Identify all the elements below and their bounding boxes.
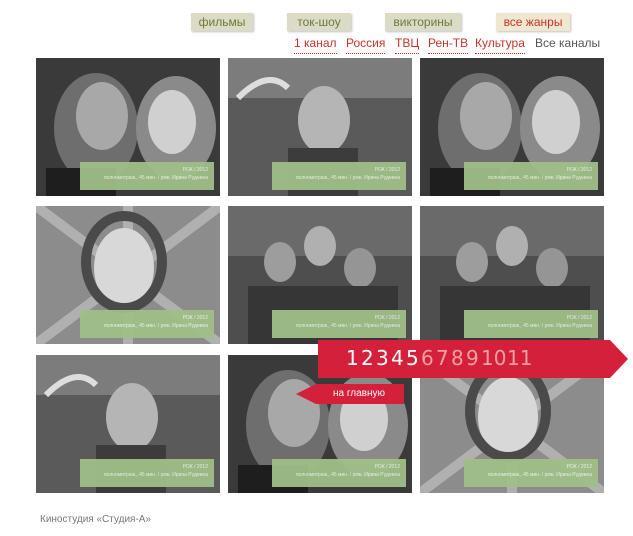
page-link-9[interactable]: 9 [466,346,479,370]
film-caption-line2: полнометраж., 45 мин. / реж. Ирина Рудни… [487,175,592,181]
page-link-4[interactable]: 4 [391,346,404,370]
film-thumbnail[interactable]: РОК / 2012 полнометраж., 45 мин. / реж. И… [420,58,604,196]
footer-studio: Киностудия «Студия-А» [40,514,152,525]
film-caption-line2: полнометраж., 45 мин. / реж. Ирина Рудни… [103,323,208,329]
film-thumbnail[interactable]: РОК / 2012 полнометраж., 45 мин. / реж. И… [36,58,220,196]
film-caption-line2: полнометраж., 45 мин. / реж. Ирина Рудни… [295,472,400,478]
film-thumbnail[interactable]: РОК / 2012 полнометраж., 45 мин. / реж. И… [228,206,412,344]
film-caption-line1: РОК / 2012 [374,464,400,470]
film-caption: РОК / 2012 полнометраж., 45 мин. / реж. И… [80,162,214,190]
film-thumbnail[interactable]: РОК / 2012 полнометраж., 45 мин. / реж. И… [36,355,220,493]
page-link-10[interactable]: 10 [481,346,506,370]
channel-all[interactable]: Все каналы [535,36,600,53]
film-caption: РОК / 2012 полнометраж., 45 мин. / реж. И… [272,310,406,338]
film-caption: РОК / 2012 полнометраж., 45 мин. / реж. И… [80,310,214,338]
channel-ren-tv[interactable]: Рен-ТВ [428,36,469,54]
channel-rossiya[interactable]: Россия [346,36,386,54]
page-link-8[interactable]: 8 [451,346,464,370]
film-caption-line1: РОК / 2012 [374,167,400,173]
film-caption: РОК / 2012 полнометраж., 45 мин. / реж. И… [272,459,406,487]
film-caption-line2: полнометраж., 45 мин. / реж. Ирина Рудни… [487,323,592,329]
film-caption-line2: полнометраж., 45 мин. / реж. Ирина Рудни… [487,472,592,478]
film-caption-line1: РОК / 2012 [566,167,592,173]
home-button-label: на главную [332,388,386,399]
film-caption-line2: полнометраж., 45 мин. / реж. Ирина Рудни… [103,175,208,181]
film-caption-line1: РОК / 2012 [374,315,400,321]
film-caption-line1: РОК / 2012 [182,464,208,470]
tab-talk-shows[interactable]: ток-шоу [287,13,351,31]
film-caption: РОК / 2012 полнометраж., 45 мин. / реж. И… [464,459,598,487]
page-link-5[interactable]: 5 [406,346,419,370]
film-caption: РОК / 2012 полнометраж., 45 мин. / реж. И… [80,459,214,487]
tab-quizzes[interactable]: викторины [385,13,461,31]
film-caption: РОК / 2012 полнометраж., 45 мин. / реж. И… [464,162,598,190]
tab-all-genres[interactable]: все жанры [496,13,570,31]
page-link-11[interactable]: 11 [507,346,532,370]
film-caption-line2: полнометраж., 45 мин. / реж. Ирина Рудни… [103,472,208,478]
page-link-7[interactable]: 7 [436,346,449,370]
page-link-2[interactable]: 2 [361,346,374,370]
home-button[interactable]: на главную [296,384,404,404]
film-caption: РОК / 2012 полнометраж., 45 мин. / реж. И… [464,310,598,338]
film-caption-line1: РОК / 2012 [182,315,208,321]
pagination-ribbon: 1 2 3 4 5 6 7 8 9 10 11 [318,340,628,378]
channel-kultura[interactable]: Культура [475,36,525,54]
film-thumbnail[interactable]: РОК / 2012 полнометраж., 45 мин. / реж. И… [228,58,412,196]
film-thumbnail[interactable]: РОК / 2012 полнометраж., 45 мин. / реж. И… [420,206,604,344]
channel-1-kanal[interactable]: 1 канал [294,36,337,54]
page-link-1[interactable]: 1 [346,346,359,370]
film-caption: РОК / 2012 полнометраж., 45 мин. / реж. И… [272,162,406,190]
film-caption-line2: полнометраж., 45 мин. / реж. Ирина Рудни… [295,323,400,329]
film-caption-line1: РОК / 2012 [182,167,208,173]
channel-tvc[interactable]: ТВЦ [395,36,420,54]
page-link-6[interactable]: 6 [421,346,434,370]
film-caption-line1: РОК / 2012 [566,315,592,321]
tab-films[interactable]: фильмы [191,13,253,31]
page-link-3[interactable]: 3 [376,346,389,370]
film-thumbnail[interactable]: РОК / 2012 полнометраж., 45 мин. / реж. И… [36,206,220,344]
film-caption-line1: РОК / 2012 [566,464,592,470]
film-caption-line2: полнометраж., 45 мин. / реж. Ирина Рудни… [295,175,400,181]
